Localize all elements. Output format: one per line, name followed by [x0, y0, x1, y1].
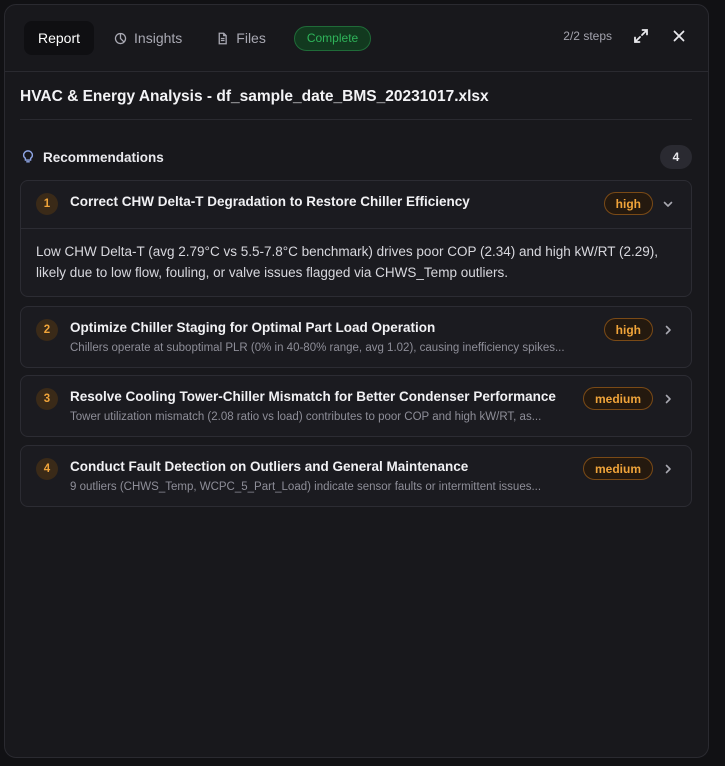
recommendation-title: Optimize Chiller Staging for Optimal Par… — [70, 320, 436, 335]
recommendation-summary: Chillers operate at suboptimal PLR (0% i… — [70, 342, 565, 354]
section-title: Recommendations — [43, 149, 164, 165]
expand-icon — [634, 29, 648, 43]
file-icon — [218, 32, 228, 44]
title-divider — [20, 119, 692, 120]
tab-insights[interactable]: Insights — [100, 21, 196, 55]
tab-insights-label: Insights — [134, 30, 183, 46]
page-title: HVAC & Energy Analysis - df_sample_date_… — [20, 88, 489, 105]
recommendation-number: 3 — [36, 388, 58, 410]
expand-button[interactable] — [630, 25, 652, 47]
recommendation-title: Correct CHW Delta-T Degradation to Resto… — [70, 194, 470, 209]
close-icon — [673, 30, 685, 42]
recommendation-summary: Tower utilization mismatch (2.08 ratio v… — [70, 411, 542, 423]
recommendation-number: 4 — [36, 458, 58, 480]
expand-toggle[interactable] — [661, 462, 675, 476]
collapse-toggle[interactable] — [661, 197, 675, 211]
recommendation-header[interactable]: 2 Optimize Chiller Staging for Optimal P… — [21, 307, 691, 354]
recommendation-card[interactable]: 2 Optimize Chiller Staging for Optimal P… — [20, 306, 692, 368]
priority-badge: high — [603, 318, 653, 341]
tab-report-label: Report — [38, 30, 81, 46]
recommendation-card[interactable]: 3 Resolve Cooling Tower-Chiller Mismatch… — [20, 375, 692, 437]
recommendation-title: Conduct Fault Detection on Outliers and … — [70, 459, 469, 474]
steps-indicator: 2/2 steps — [563, 29, 612, 43]
chevron-right-icon — [665, 464, 671, 474]
recommendation-count-badge: 4 — [660, 145, 692, 169]
pie-chart-icon — [114, 32, 127, 44]
chevron-right-icon — [665, 325, 671, 335]
tab-bar: Report Insights Files Complete — [24, 21, 372, 55]
recommendation-card: 1 Correct CHW Delta-T Degradation to Res… — [20, 180, 692, 297]
recommendations-header: Recommendations 4 — [21, 145, 692, 169]
expand-toggle[interactable] — [661, 323, 675, 337]
recommendation-header[interactable]: 3 Resolve Cooling Tower-Chiller Mismatch… — [21, 376, 691, 423]
close-button[interactable] — [668, 25, 690, 47]
chevron-down-icon — [663, 201, 673, 207]
chevron-right-icon — [665, 394, 671, 404]
recommendation-number: 1 — [36, 193, 58, 215]
expand-toggle[interactable] — [661, 392, 675, 406]
recommendation-title: Resolve Cooling Tower-Chiller Mismatch f… — [70, 389, 556, 404]
tab-report[interactable]: Report — [24, 21, 95, 55]
report-panel: Report Insights Files Complete 2/2 steps… — [4, 4, 709, 758]
header-actions: 2/2 steps — [563, 25, 690, 47]
panel-header: Report Insights Files Complete 2/2 steps — [5, 5, 708, 72]
recommendation-summary: 9 outliers (CHWS_Temp, WCPC_5_Part_Load)… — [70, 481, 542, 493]
recommendation-number: 2 — [36, 319, 58, 341]
priority-badge: medium — [582, 457, 653, 480]
tab-files-label: Files — [236, 30, 266, 46]
priority-badge: medium — [582, 387, 653, 410]
recommendation-card[interactable]: 4 Conduct Fault Detection on Outliers an… — [20, 445, 692, 507]
recommendation-detail: Low CHW Delta-T (avg 2.79°C vs 5.5-7.8°C… — [21, 228, 691, 295]
priority-badge: high — [603, 192, 653, 215]
status-badge: Complete — [293, 25, 372, 51]
recommendation-header[interactable]: 1 Correct CHW Delta-T Degradation to Res… — [21, 181, 691, 228]
lightbulb-icon — [22, 150, 34, 163]
tab-files[interactable]: Files — [202, 21, 280, 55]
recommendation-header[interactable]: 4 Conduct Fault Detection on Outliers an… — [21, 446, 691, 493]
